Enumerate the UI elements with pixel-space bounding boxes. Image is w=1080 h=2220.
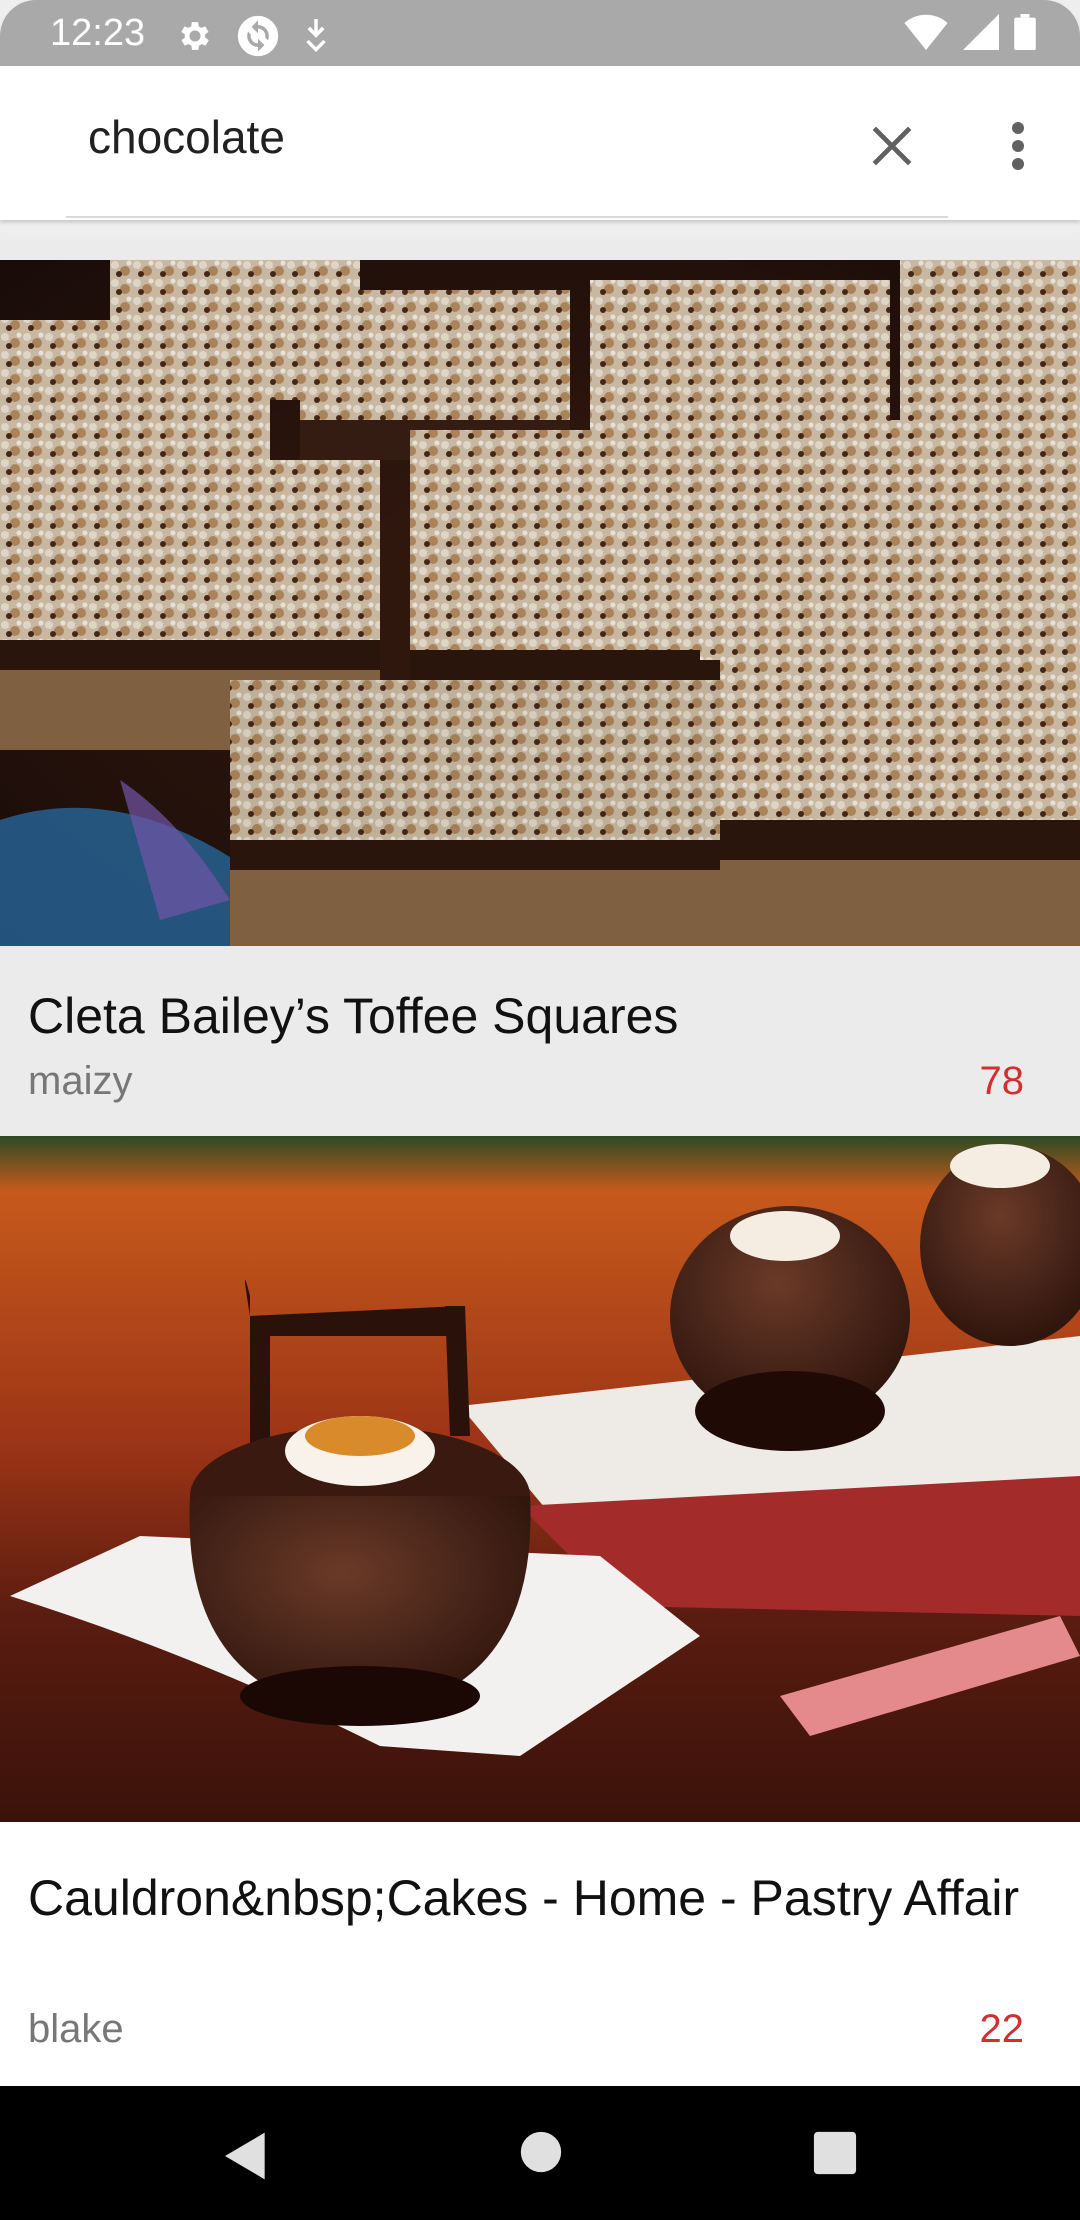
home-icon[interactable] xyxy=(519,2130,563,2174)
search-underline xyxy=(66,216,948,218)
close-icon xyxy=(872,126,912,166)
search-input[interactable] xyxy=(88,106,808,168)
recipe-title: Cauldron&nbsp;Cakes - Home - Pastry Affa… xyxy=(28,1870,1020,1926)
status-icons-right xyxy=(904,14,1036,50)
recipe-card[interactable]: Cleta Bailey’s Toffee Squares maizy 78 xyxy=(0,240,1080,1136)
results-list: Cleta Bailey’s Toffee Squares maizy 78 C… xyxy=(0,220,1080,2086)
recipe-count: 22 xyxy=(979,2007,1025,2051)
settings-icon xyxy=(181,22,209,50)
overflow-menu-button[interactable] xyxy=(988,110,1048,182)
navigation-bar xyxy=(0,2086,1080,2220)
signal-icon xyxy=(963,14,999,50)
status-bar: 12:23 xyxy=(0,0,1080,66)
clear-search-button[interactable] xyxy=(856,110,928,182)
download-icon xyxy=(306,19,326,53)
recipe-card[interactable]: Cauldron&nbsp;Cakes - Home - Pastry Affa… xyxy=(0,1136,1080,2086)
more-vert-icon xyxy=(1012,122,1024,170)
wifi-icon xyxy=(904,14,948,50)
recents-icon[interactable] xyxy=(812,2130,858,2176)
recipe-title: Cleta Bailey’s Toffee Squares xyxy=(28,988,679,1044)
back-icon[interactable] xyxy=(218,2128,274,2184)
recipe-count: 78 xyxy=(979,1059,1025,1103)
sync-icon xyxy=(237,15,279,57)
battery-icon xyxy=(1014,14,1036,50)
status-icons-left xyxy=(176,14,330,58)
app-screen: 12:23 chocolate Cleta Bailey’s Toffee Sq… xyxy=(0,0,1080,2220)
status-time: 12:23 xyxy=(50,12,146,54)
recipe-author: maizy xyxy=(28,1059,133,1103)
cauldron-cakes-photo xyxy=(0,1136,1080,1822)
toffee-squares-photo xyxy=(0,260,1080,946)
search-toolbar xyxy=(0,66,1080,220)
recipe-author: blake xyxy=(28,2007,124,2051)
